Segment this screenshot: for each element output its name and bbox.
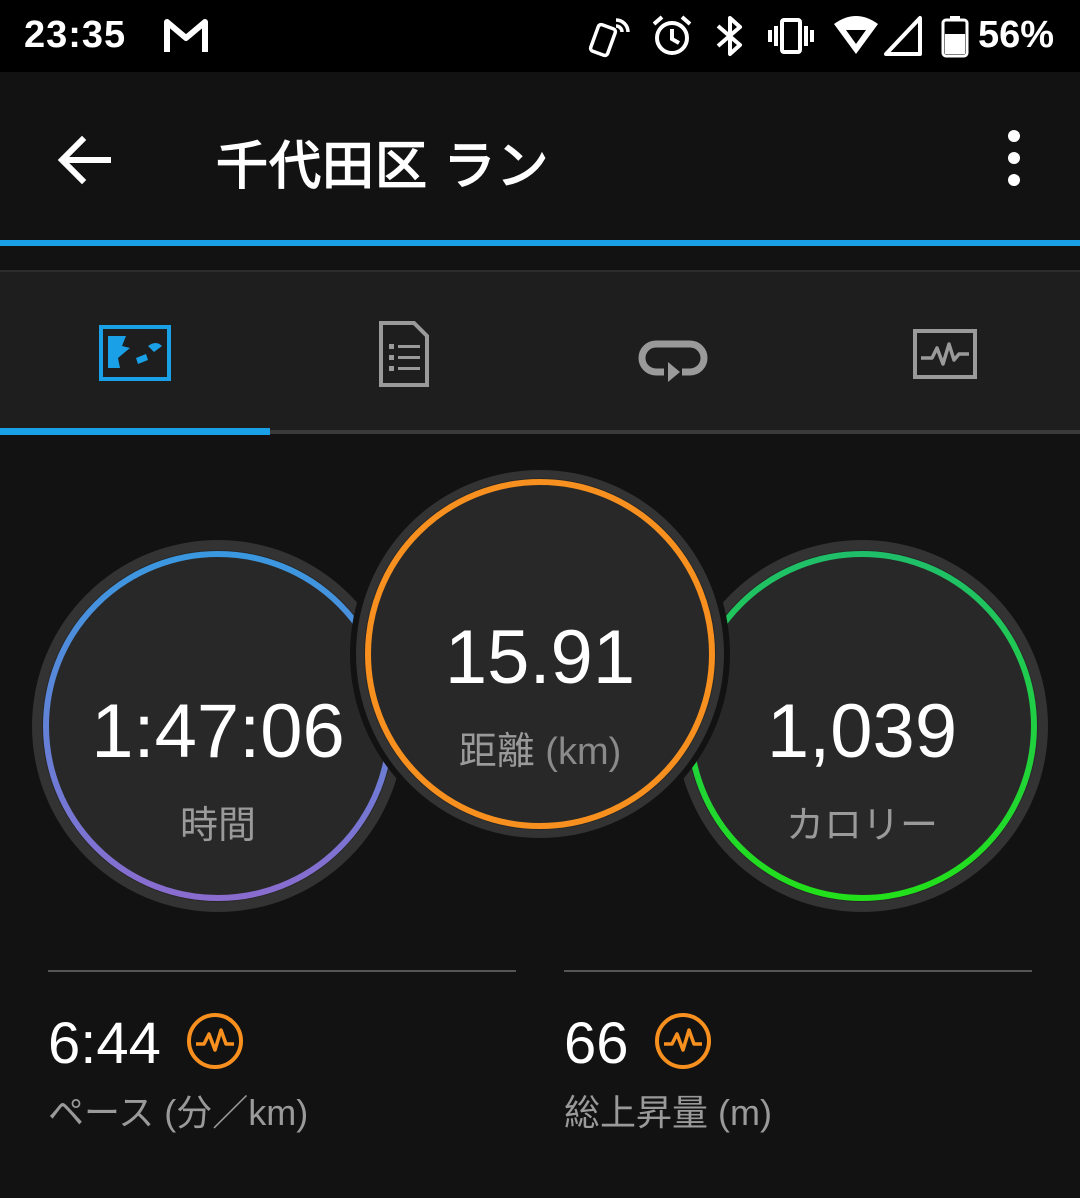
accent-divider (0, 240, 1080, 246)
laps-icon (638, 340, 708, 382)
distance-label-row: 距離 (km) (350, 720, 730, 775)
tab-track (270, 430, 1080, 434)
page-title: 千代田区 ラン (216, 138, 550, 196)
ascent-divider (564, 970, 1032, 972)
tab-laps[interactable] (540, 272, 810, 432)
phone-sync-icon (588, 18, 630, 58)
ascent-unit: (m) (718, 1092, 772, 1133)
gmail-icon (164, 19, 208, 52)
ascent-activity-icon[interactable] (654, 1012, 712, 1070)
battery-percentage: 56% (978, 14, 1055, 56)
details-icon (379, 321, 429, 387)
distance-unit: (km) (545, 731, 622, 773)
map-icon (99, 325, 171, 381)
back-arrow-icon[interactable] (52, 128, 116, 192)
tab-details[interactable] (270, 272, 540, 432)
battery-icon (941, 16, 969, 58)
vibrate-icon (768, 18, 814, 54)
wifi-icon (834, 16, 878, 54)
pace-label: ペース (48, 1092, 155, 1133)
bluetooth-icon (716, 16, 742, 56)
ascent-label: 総上昇量 (564, 1092, 709, 1133)
ascent-label-row: 総上昇量 (m) (564, 1084, 772, 1136)
distance-ring[interactable]: 15.91 距離 (km) (350, 464, 730, 844)
distance-label: 距離 (458, 731, 535, 773)
pace-activity-icon[interactable] (186, 1012, 244, 1070)
tab-map[interactable] (0, 272, 270, 432)
signal-icon (884, 16, 922, 56)
pace-value: 6:44 (48, 1011, 161, 1076)
calories-ring[interactable]: 1,039 カロリー (674, 538, 1050, 914)
tab-chart[interactable] (810, 272, 1080, 432)
calories-value: 1,039 (766, 689, 958, 774)
chart-icon (913, 329, 977, 379)
alarm-icon (652, 15, 692, 55)
distance-value: 15.91 (444, 615, 636, 700)
pace-unit: (分／km) (164, 1092, 309, 1133)
more-options-icon[interactable] (990, 126, 1038, 190)
pace-label-row: ペース (分／km) (48, 1084, 308, 1136)
tab-indicator (0, 428, 270, 435)
ascent-value: 66 (564, 1011, 629, 1076)
calories-label: カロリー (785, 805, 938, 847)
pace-divider (48, 970, 516, 972)
status-time: 23:35 (24, 14, 127, 56)
tab-bar (0, 272, 1080, 432)
